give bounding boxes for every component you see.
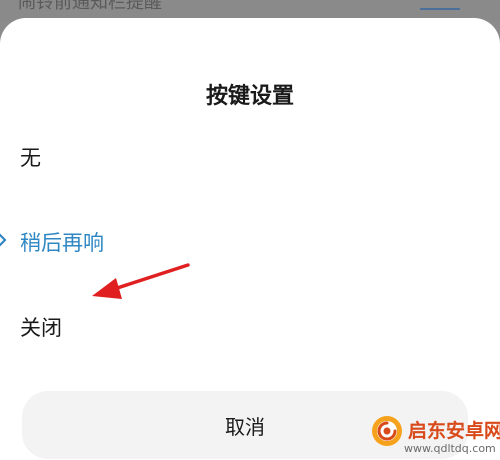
option-close[interactable]: 关闭 xyxy=(20,312,62,342)
option-none[interactable]: 无 xyxy=(20,142,41,172)
background-row-text: 闹铃前通知栏提醒 xyxy=(18,0,162,13)
background-toggle xyxy=(420,0,460,10)
option-snooze[interactable]: 稍后再响 xyxy=(20,227,104,257)
watermark-logo-icon xyxy=(372,416,402,446)
watermark: 启东安卓网 www.qdltdq.com xyxy=(364,408,500,460)
annotation-arrow-icon xyxy=(92,263,190,299)
watermark-url: www.qdltdq.com xyxy=(404,442,496,455)
watermark-title: 启东安卓网 xyxy=(408,420,500,442)
dialog-title: 按键设置 xyxy=(205,84,294,109)
chevron-right-icon xyxy=(0,233,7,247)
screen: 闹铃前通知栏提醒 按键设置 无 稍后再响 关闭 取消 启东安卓网 www.qdl… xyxy=(0,0,500,460)
